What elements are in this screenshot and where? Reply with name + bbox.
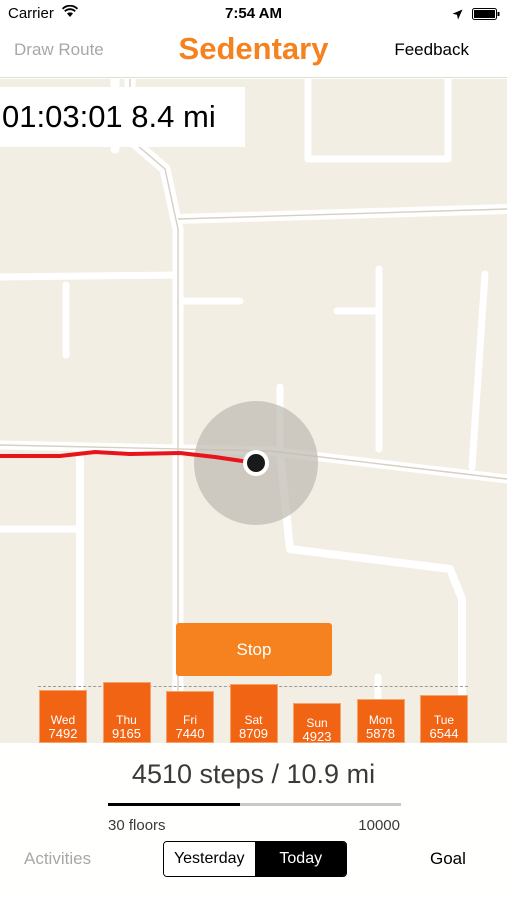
day-bar-value: 9165 xyxy=(112,725,141,741)
activities-button[interactable]: Activities xyxy=(24,849,91,869)
battery-icon xyxy=(472,7,500,25)
steps-progress-bar xyxy=(108,803,401,806)
feedback-button[interactable]: Feedback xyxy=(394,40,469,60)
yesterday-segment[interactable]: Yesterday xyxy=(164,842,256,876)
day-bar-value: 7492 xyxy=(48,725,78,741)
current-location-dot xyxy=(247,454,265,472)
day-bar-fri[interactable]: Fri 7440 xyxy=(166,690,214,743)
bottom-panel: 4510 steps / 10.9 mi 30 floors 10000 Act… xyxy=(0,743,507,900)
status-bar: Carrier 7:54 AM xyxy=(0,0,507,28)
day-bar-value: 6544 xyxy=(429,725,459,741)
steps-distance-summary: 4510 steps / 10.9 mi xyxy=(131,759,376,789)
day-bar-value: 5878 xyxy=(366,725,395,741)
location-arrow-icon xyxy=(452,7,463,25)
timer-box: 01:03:01 8.4 mi xyxy=(0,87,245,147)
day-bar-mon[interactable]: Mon 5878 xyxy=(356,698,405,743)
goal-value-label: 10000 xyxy=(358,817,400,834)
day-bar-value: 7440 xyxy=(175,725,205,741)
steps-progress-fill xyxy=(108,803,240,806)
timer-distance-label: 01:03:01 8.4 mi xyxy=(2,99,216,134)
day-bar-wed[interactable]: Wed 7492 xyxy=(39,690,87,743)
day-bar-tue[interactable]: Tue 6544 xyxy=(420,695,468,743)
stop-button[interactable]: Stop xyxy=(176,623,332,676)
day-bar-sun[interactable]: Sun 4923 xyxy=(293,703,341,743)
day-bar-thu[interactable]: Thu 9165 xyxy=(102,682,151,743)
nav-bar: Draw Route Sedentary Feedback xyxy=(0,28,507,78)
day-bar-value: 8709 xyxy=(239,725,268,741)
day-segmented-control: Yesterday Today xyxy=(163,841,347,877)
goal-button[interactable]: Goal xyxy=(430,849,466,869)
day-bar-sat[interactable]: Sat 8709 xyxy=(229,684,278,743)
day-bar-value: 4923 xyxy=(302,729,332,743)
floors-label: 30 floors xyxy=(108,817,166,834)
today-segment[interactable]: Today xyxy=(255,842,346,876)
status-time: 7:54 AM xyxy=(225,5,282,22)
